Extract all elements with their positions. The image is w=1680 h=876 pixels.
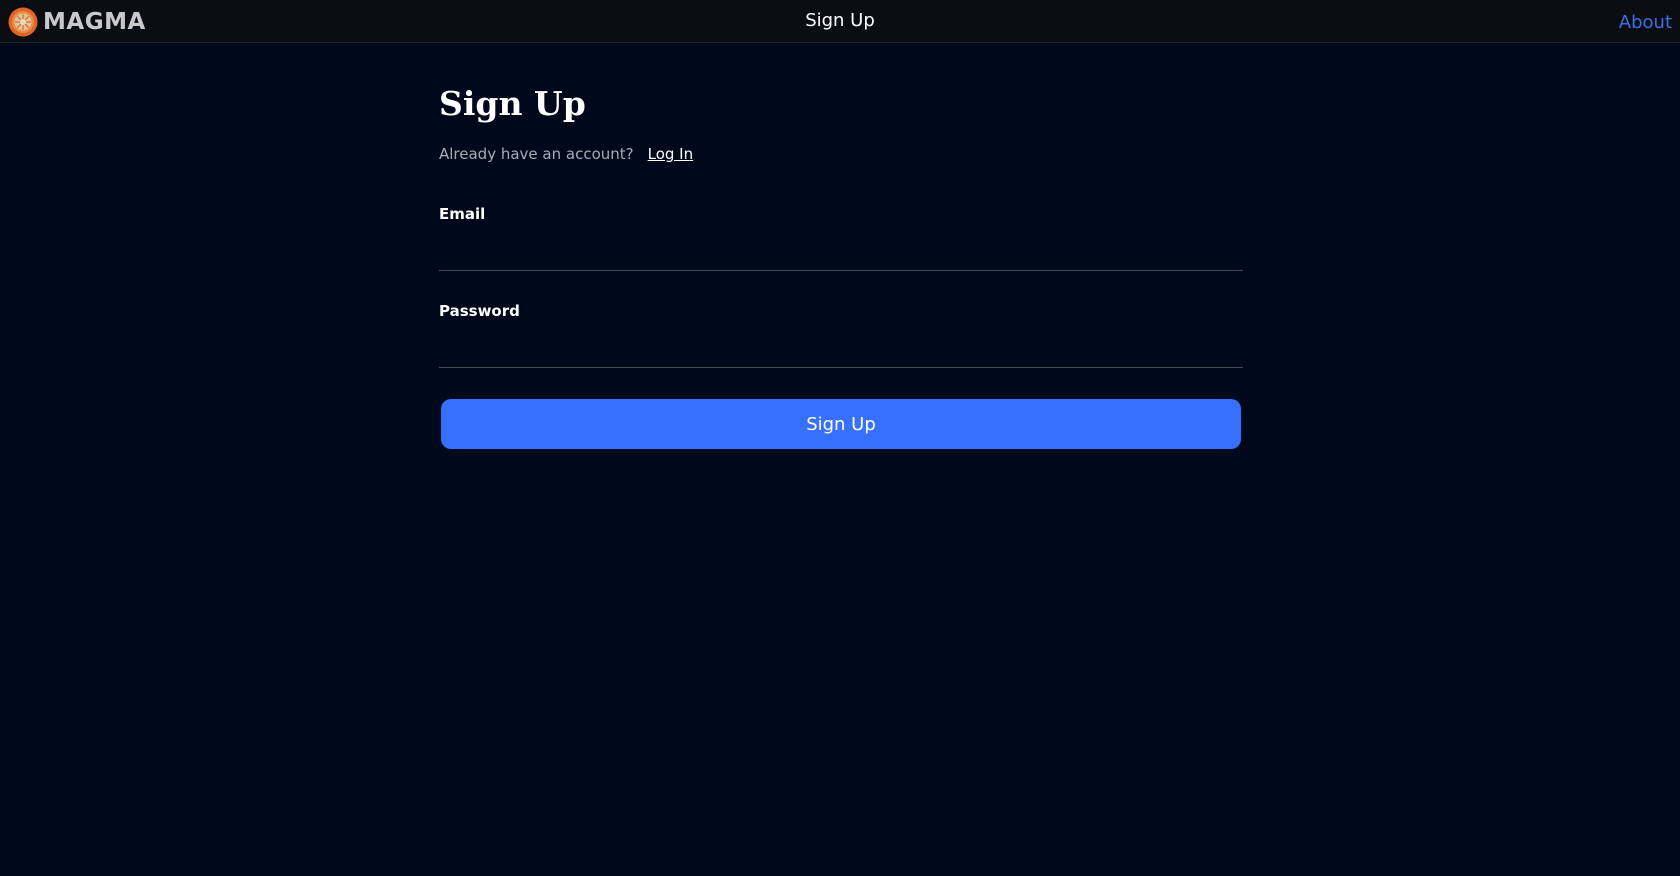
login-link[interactable]: Log In — [648, 145, 694, 163]
email-label: Email — [439, 205, 486, 223]
about-link[interactable]: About — [1619, 12, 1672, 33]
password-field-group: Password — [439, 301, 1243, 368]
password-label: Password — [439, 302, 520, 320]
email-field[interactable] — [439, 227, 1243, 271]
account-prompt-text: Already have an account? — [439, 145, 634, 163]
sign-up-button[interactable]: Sign Up — [441, 399, 1241, 449]
navbar-title: Sign Up — [805, 10, 875, 31]
top-navbar: MAGMA Sign Up About — [0, 0, 1680, 43]
account-prompt-row: Already have an account? Log In — [439, 144, 1243, 164]
password-field[interactable] — [439, 324, 1243, 368]
page-title: Sign Up — [439, 84, 586, 123]
signup-form: Sign Up Already have an account? Log In … — [439, 84, 1243, 449]
email-field-group: Email — [439, 204, 1243, 271]
